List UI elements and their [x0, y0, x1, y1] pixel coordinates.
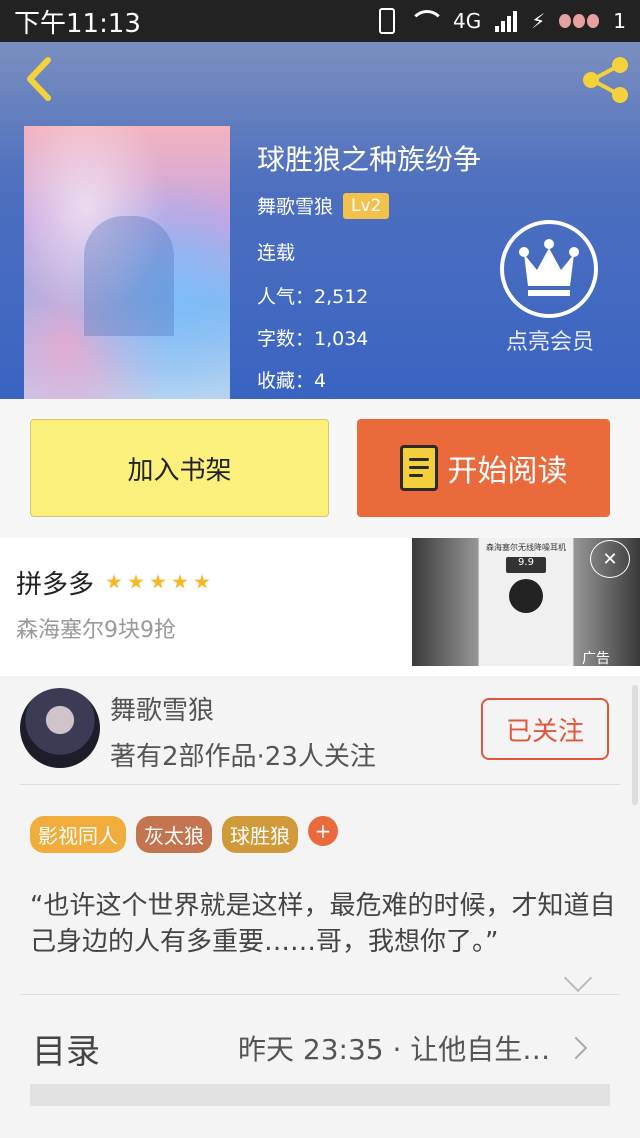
tag-list: 影视同人 灰太狼 球胜狼 + [30, 816, 338, 853]
ad-card-price: 9.9 [506, 557, 546, 573]
follow-label: 已关注 [505, 716, 584, 747]
ad-title: 拼多多 [16, 570, 95, 600]
tag-item[interactable]: 球胜狼 [222, 816, 298, 853]
ad-subtitle: 森海塞尔9块9抢 [16, 618, 176, 643]
battery-icon [559, 14, 600, 28]
toc-latest-chapter: 昨天 23:35 · 让他自生自灭 [238, 1033, 554, 1066]
book-intro: “也许这个世界就是这样，最危难的时候，才知道自己身边的人有多重要……哥，我想你了… [30, 891, 616, 957]
ad-close-button[interactable]: ✕ [590, 540, 630, 578]
start-reading-label: 开始阅读 [447, 454, 568, 489]
scrollbar[interactable] [632, 685, 638, 805]
book-icon [399, 445, 438, 491]
crown-icon [500, 220, 598, 318]
author-panel-name[interactable]: 舞歌雪狼 [110, 690, 214, 727]
toc-label: 目录 [32, 1032, 100, 1072]
ad-banner[interactable]: 拼多多 森海塞尔9块9抢 森海塞尔无线降噪耳机 9.9 ✕ 广告 [0, 538, 640, 676]
level-badge: Lv2 [343, 192, 390, 219]
author-name[interactable]: 舞歌雪狼 [257, 192, 333, 219]
book-header: 球胜狼之种族纷争 舞歌雪狼 Lv2 连载 人气：2,512 字数：1,034 收… [0, 42, 640, 399]
start-reading-button[interactable]: 开始阅读 [357, 419, 610, 517]
back-button[interactable] [20, 54, 60, 104]
star-icon [106, 574, 122, 589]
chevron-right-icon [564, 1036, 588, 1060]
ad-card-brand: 森海塞尔无线降噪耳机 [486, 543, 566, 552]
wifi-icon [408, 10, 445, 32]
ad-tag: 广告 [582, 651, 610, 667]
sim-indicator: 1 [613, 9, 626, 33]
vibrate-icon [378, 8, 395, 34]
member-label: 点亮会员 [505, 330, 594, 355]
book-favorites: 收藏：4 [257, 370, 327, 392]
book-detail-page: 下午11:13 4G ⚡ 1 球胜狼之种族纷争 舞歌雪狼 Lv2 连载 人气：2… [0, 0, 640, 1138]
share-icon [583, 57, 628, 103]
action-bar: 加入书架 开始阅读 [0, 399, 640, 538]
star-icon [194, 574, 210, 589]
charging-icon: ⚡ [531, 9, 546, 33]
status-time: 下午11:13 [14, 8, 141, 39]
earbud-icon [509, 579, 543, 613]
ad-product-card: 森海塞尔无线降噪耳机 9.9 [478, 538, 574, 666]
book-popularity: 人气：2,512 [257, 286, 369, 308]
signal-icon [495, 10, 518, 32]
share-button[interactable] [580, 54, 632, 106]
add-to-shelf-button[interactable]: 加入书架 [30, 419, 329, 517]
star-icon [172, 574, 188, 589]
add-tag-button[interactable]: + [308, 816, 338, 846]
status-bar: 下午11:13 4G ⚡ 1 [0, 0, 640, 42]
ad-rating [106, 574, 210, 590]
author-panel: 舞歌雪狼 著有2部作品·23人关注 已关注 影视同人 灰太狼 球胜狼 + “也许… [0, 676, 640, 1138]
divider [20, 784, 620, 785]
close-icon: ✕ [602, 548, 618, 570]
member-button[interactable]: 点亮会员 [500, 220, 600, 356]
network-type: 4G [452, 9, 482, 33]
follow-button[interactable]: 已关注 [481, 698, 609, 760]
book-status: 连载 [257, 242, 296, 264]
book-word-count: 字数：1,034 [257, 328, 369, 350]
star-icon [128, 574, 144, 589]
table-of-contents-row[interactable]: 目录 昨天 23:35 · 让他自生自灭 [0, 994, 640, 1094]
chevron-left-icon [27, 57, 51, 101]
book-title: 球胜狼之种族纷争 [257, 143, 482, 176]
author-panel-info: 著有2部作品·23人关注 [110, 742, 376, 772]
status-icons: 4G ⚡ 1 [378, 8, 626, 34]
star-icon [150, 574, 166, 589]
author-avatar[interactable] [20, 688, 100, 768]
chevron-down-icon[interactable] [563, 963, 593, 993]
tag-item[interactable]: 灰太狼 [136, 816, 212, 853]
add-to-shelf-label: 加入书架 [127, 455, 232, 486]
book-cover[interactable] [24, 126, 230, 399]
ad-image: 森海塞尔无线降噪耳机 9.9 ✕ 广告 [412, 538, 640, 667]
author-row: 舞歌雪狼 Lv2 [257, 192, 390, 219]
tag-item[interactable]: 影视同人 [30, 816, 126, 853]
section-divider [30, 1084, 610, 1106]
